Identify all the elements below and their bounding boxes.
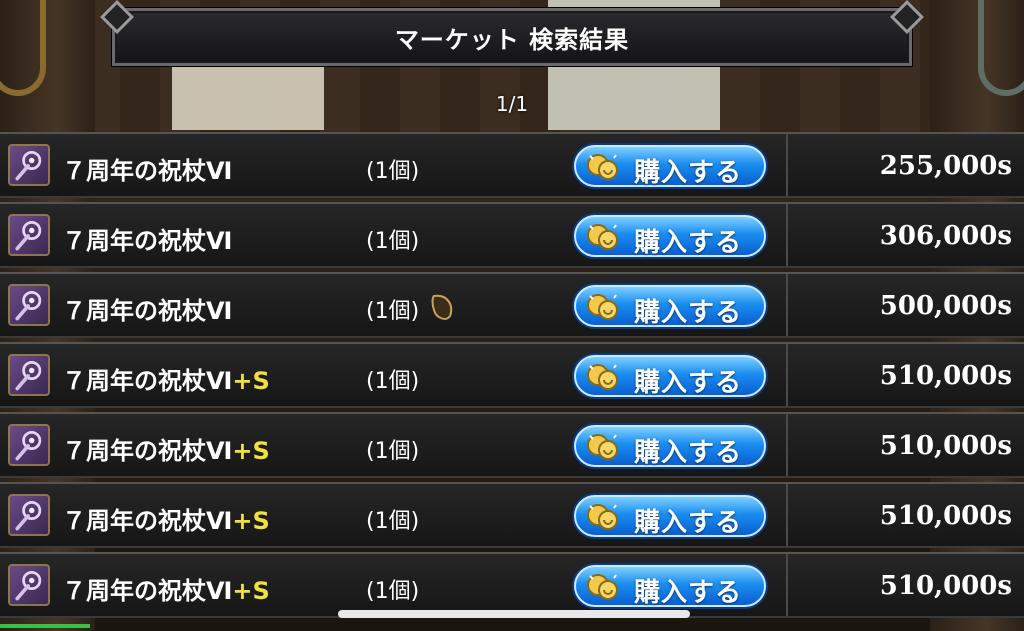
item-name: ７周年の祝杖Ⅵ <box>62 291 232 326</box>
home-indicator[interactable] <box>338 610 690 618</box>
item-quantity: (1個) <box>366 439 420 464</box>
column-divider <box>786 554 788 616</box>
column-divider <box>786 204 788 266</box>
item-suffix: +S <box>232 577 270 605</box>
buy-button-label: 購入する <box>634 228 743 258</box>
column-divider <box>786 274 788 336</box>
staff-icon[interactable] <box>8 214 50 256</box>
listing-row: ７周年の祝杖Ⅵ+S (1個) 購入する 510,000s <box>0 482 1024 548</box>
progress-line <box>0 624 90 628</box>
item-quantity: (1個) <box>366 299 420 324</box>
buy-button[interactable]: 購入する <box>574 495 766 538</box>
coin-icon <box>587 574 618 600</box>
buy-button[interactable]: 購入する <box>574 285 766 328</box>
item-name: ７周年の祝杖Ⅵ+S <box>62 501 270 536</box>
listing-row: ７周年の祝杖Ⅵ+S (1個) 購入する 510,000s <box>0 412 1024 478</box>
item-name: ７周年の祝杖Ⅵ <box>62 151 232 186</box>
page-title: マーケット 検索結果 <box>394 25 630 54</box>
coin-icon <box>587 504 618 530</box>
staff-icon[interactable] <box>8 354 50 396</box>
item-price: 255,000s <box>879 151 1012 181</box>
item-name: ７周年の祝杖Ⅵ+S <box>62 571 270 606</box>
item-name: ７周年の祝杖Ⅵ+S <box>62 431 270 466</box>
staff-icon[interactable] <box>8 144 50 186</box>
item-name-text: ７周年の祝杖Ⅵ <box>62 507 233 535</box>
item-quantity: (1個) <box>366 579 420 604</box>
coin-icon <box>587 224 618 250</box>
item-name-text: ７周年の祝杖Ⅵ <box>62 367 233 395</box>
column-divider <box>786 414 788 476</box>
item-suffix: +S <box>232 507 270 535</box>
item-quantity: (1個) <box>366 369 420 394</box>
buy-button-label: 購入する <box>634 578 743 608</box>
column-divider <box>786 344 788 406</box>
item-quantity: (1個) <box>366 509 420 534</box>
staff-icon[interactable] <box>8 564 50 606</box>
background-poster <box>172 66 324 130</box>
column-divider <box>786 134 788 196</box>
item-price: 500,000s <box>879 291 1012 321</box>
coin-icon <box>587 364 618 390</box>
item-quantity: (1個) <box>366 159 420 184</box>
item-quantity: (1個) <box>366 229 420 254</box>
buy-button-label: 購入する <box>634 158 743 188</box>
item-suffix: +S <box>232 367 270 395</box>
listing-row: ７周年の祝杖Ⅵ (1個) 購入する 500,000s <box>0 272 1024 338</box>
buy-button[interactable]: 購入する <box>574 215 766 258</box>
item-price: 510,000s <box>879 501 1012 531</box>
buy-button[interactable]: 購入する <box>574 565 766 608</box>
buy-button[interactable]: 購入する <box>574 425 766 468</box>
corner-ornament-left <box>0 0 46 96</box>
coin-icon <box>587 154 618 180</box>
listing-list: ７周年の祝杖Ⅵ (1個) 購入する 255,000s ７周年の祝杖Ⅵ (1個) <box>0 132 1024 622</box>
item-suffix: +S <box>232 437 270 465</box>
item-price: 306,000s <box>879 221 1012 251</box>
listing-row: ７周年の祝杖Ⅵ+S (1個) 購入する 510,000s <box>0 552 1024 618</box>
buy-button-label: 購入する <box>634 438 743 468</box>
buy-button[interactable]: 購入する <box>574 355 766 398</box>
listing-row: ７周年の祝杖Ⅵ (1個) 購入する 255,000s <box>0 132 1024 198</box>
item-name: ７周年の祝杖Ⅵ <box>62 221 232 256</box>
item-price: 510,000s <box>879 431 1012 461</box>
buy-button[interactable]: 購入する <box>574 145 766 188</box>
item-name-text: ７周年の祝杖Ⅵ <box>62 297 233 325</box>
coin-icon <box>587 434 618 460</box>
buy-button-label: 購入する <box>634 298 743 328</box>
item-name-text: ７周年の祝杖Ⅵ <box>62 227 233 255</box>
item-name-text: ７周年の祝杖Ⅵ <box>62 437 233 465</box>
staff-icon[interactable] <box>8 494 50 536</box>
listing-row: ７周年の祝杖Ⅵ (1個) 購入する 306,000s <box>0 202 1024 268</box>
listing-row: ７周年の祝杖Ⅵ+S (1個) 購入する 510,000s <box>0 342 1024 408</box>
buy-button-label: 購入する <box>634 508 743 538</box>
title-bar: マーケット 検索結果 <box>112 8 912 66</box>
staff-icon[interactable] <box>8 424 50 466</box>
item-price: 510,000s <box>879 571 1012 601</box>
column-divider <box>786 484 788 546</box>
item-name: ７周年の祝杖Ⅵ+S <box>62 361 270 396</box>
item-name-text: ７周年の祝杖Ⅵ <box>62 577 233 605</box>
item-name-text: ７周年の祝杖Ⅵ <box>62 157 233 185</box>
coin-icon <box>587 294 618 320</box>
buy-button-label: 購入する <box>634 368 743 398</box>
seed-icon <box>431 294 453 320</box>
staff-icon[interactable] <box>8 284 50 326</box>
corner-ornament-right <box>978 0 1024 96</box>
item-price: 510,000s <box>879 361 1012 391</box>
page-indicator: 1/1 <box>495 92 529 116</box>
